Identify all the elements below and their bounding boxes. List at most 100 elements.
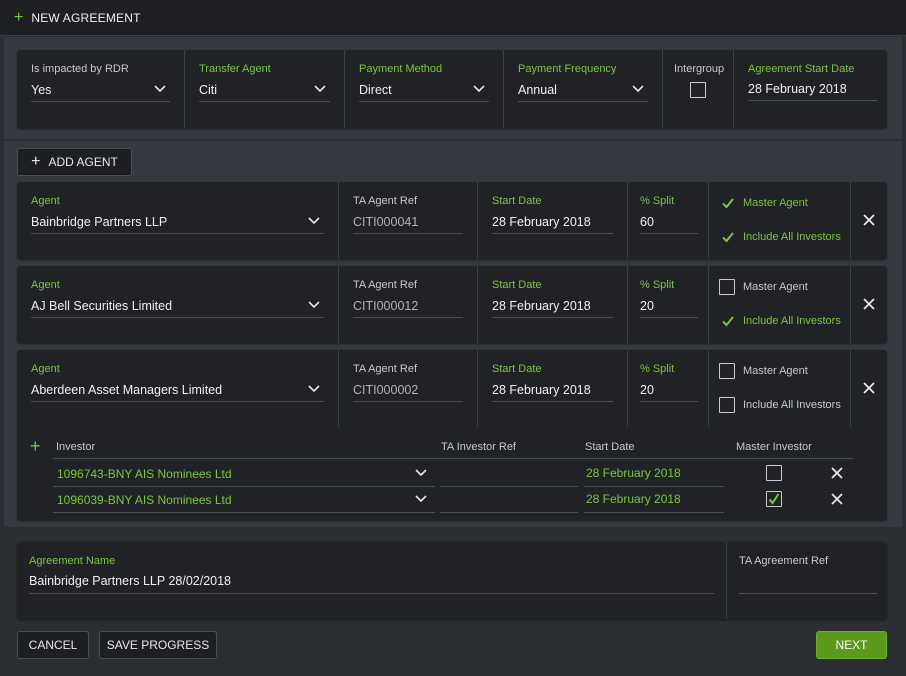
split-value: 20 [640, 383, 654, 397]
agent-flags: Master Agent Include All Investors [709, 266, 851, 343]
remove-agent-cell [851, 350, 887, 427]
intergroup-checkbox[interactable] [690, 82, 706, 98]
agent-flags: Master Agent Include All Investors [709, 182, 851, 259]
agent-start-date-value: 28 February 2018 [492, 215, 591, 229]
close-icon[interactable] [830, 466, 844, 480]
payment-method-select[interactable]: Payment Method Direct [345, 50, 504, 128]
ta-agreement-ref-label: TA Agreement Ref [739, 555, 829, 567]
investor-header: Investor [56, 441, 96, 453]
transfer-agent-value: Citi [199, 83, 218, 97]
chevron-down-icon [308, 216, 320, 226]
agent-value: AJ Bell Securities Limited [31, 299, 173, 313]
chevron-down-icon [308, 300, 320, 310]
ta-agent-ref-field[interactable]: TA Agent Ref CITI000012 [339, 266, 478, 343]
split-field[interactable]: % Split 20 [628, 266, 709, 343]
agent-select[interactable]: Agent AJ Bell Securities Limited [17, 266, 339, 343]
save-progress-button[interactable]: SAVE PROGRESS [99, 631, 217, 659]
ta-investor-ref-input[interactable] [440, 488, 578, 513]
agreement-panel: Agreement Name Bainbridge Partners LLP 2… [17, 542, 887, 619]
investor-select[interactable]: 1096743-BNY AIS Nominees Ltd [53, 462, 435, 487]
close-icon[interactable] [862, 213, 876, 227]
agreement-name-value: Bainbridge Partners LLP 28/02/2018 [29, 574, 232, 588]
close-icon[interactable] [830, 492, 844, 506]
investor-start-date-field[interactable]: 28 February 2018 [584, 462, 724, 487]
include-all-check-icon[interactable] [721, 314, 735, 328]
agent-select[interactable]: Agent Bainbridge Partners LLP [17, 182, 339, 259]
master-agent-label: Master Agent [743, 365, 808, 377]
dialog-title: NEW AGREEMENT [31, 10, 141, 25]
agreement-start-date-value: 28 February 2018 [748, 82, 847, 96]
intergroup-label: Intergroup [674, 63, 725, 75]
ta-investor-ref-input[interactable] [440, 462, 578, 487]
agent-row-expanded: Agent Aberdeen Asset Managers Limited TA… [17, 350, 887, 520]
split-field[interactable]: % Split 20 [628, 350, 709, 427]
agreement-name-label: Agreement Name [29, 555, 116, 567]
transfer-agent-select[interactable]: Transfer Agent Citi [185, 50, 345, 128]
agent-start-date-value: 28 February 2018 [492, 383, 591, 397]
master-investor-check-icon [767, 492, 781, 506]
add-agent-button[interactable]: + ADD AGENT [17, 148, 132, 176]
close-icon[interactable] [862, 381, 876, 395]
agent-start-date-value: 28 February 2018 [492, 299, 591, 313]
include-all-label: Include All Investors [743, 399, 841, 411]
dialog-header: + NEW AGREEMENT [0, 0, 906, 36]
agent-start-date-field[interactable]: Start Date 28 February 2018 [478, 266, 628, 343]
master-investor-checkbox[interactable] [766, 465, 782, 481]
master-agent-checkbox[interactable] [719, 279, 735, 295]
split-value: 20 [640, 299, 654, 313]
master-investor-header: Master Investor [736, 441, 812, 453]
ta-investor-ref-header: TA Investor Ref [441, 441, 516, 453]
payment-frequency-label: Payment Frequency [518, 63, 617, 75]
intergroup-cell: Intergroup [663, 50, 734, 128]
add-investor-icon[interactable]: + [30, 437, 41, 455]
plus-icon: + [14, 8, 24, 26]
payment-frequency-value: Annual [518, 83, 557, 97]
agent-start-date-field[interactable]: Start Date 28 February 2018 [478, 182, 628, 259]
rdr-select[interactable]: Is impacted by RDR Yes [17, 50, 185, 128]
ta-agent-ref-value: CITI000012 [353, 299, 419, 313]
ta-agent-ref-value: CITI000002 [353, 383, 419, 397]
include-all-checkbox[interactable] [719, 397, 735, 413]
master-agent-checkbox[interactable] [719, 363, 735, 379]
settings-panel: Is impacted by RDR Yes Transfer Agent Ci… [17, 50, 887, 128]
agreement-start-date-field[interactable]: Agreement Start Date 28 February 2018 [734, 50, 887, 128]
cancel-button[interactable]: CANCEL [17, 631, 89, 659]
ta-agent-ref-value: CITI000041 [353, 215, 419, 229]
chevron-down-icon [632, 84, 644, 94]
investor-start-date-header: Start Date [585, 441, 635, 453]
investor-start-date-field[interactable]: 28 February 2018 [584, 488, 724, 513]
chevron-down-icon [154, 84, 166, 94]
agent-select[interactable]: Agent Aberdeen Asset Managers Limited [17, 350, 339, 427]
master-agent-label: Master Agent [743, 197, 808, 209]
agent-flags: Master Agent Include All Investors [709, 350, 851, 427]
agent-row: Agent Bainbridge Partners LLP TA Agent R… [17, 182, 887, 259]
payment-frequency-select[interactable]: Payment Frequency Annual [504, 50, 663, 128]
agreement-name-field[interactable]: Agreement Name Bainbridge Partners LLP 2… [17, 542, 727, 619]
master-agent-label: Master Agent [743, 281, 808, 293]
master-agent-check-icon[interactable] [721, 196, 735, 210]
rdr-value: Yes [31, 83, 52, 97]
rdr-label: Is impacted by RDR [31, 63, 129, 75]
chevron-down-icon [415, 494, 427, 504]
agent-start-date-field[interactable]: Start Date 28 February 2018 [478, 350, 628, 427]
split-field[interactable]: % Split 60 [628, 182, 709, 259]
chevron-down-icon [314, 84, 326, 94]
investor-select[interactable]: 1096039-BNY AIS Nominees Ltd [53, 488, 435, 513]
payment-method-label: Payment Method [359, 63, 443, 75]
agent-row: Agent AJ Bell Securities Limited TA Agen… [17, 266, 887, 343]
plus-icon: + [31, 153, 41, 170]
split-value: 60 [640, 215, 654, 229]
chevron-down-icon [308, 384, 320, 394]
ta-agent-ref-field[interactable]: TA Agent Ref CITI000002 [339, 350, 478, 427]
transfer-agent-label: Transfer Agent [199, 63, 271, 75]
close-icon[interactable] [862, 297, 876, 311]
include-all-label: Include All Investors [743, 231, 841, 243]
remove-agent-cell [851, 182, 887, 259]
ta-agreement-ref-field[interactable]: TA Agreement Ref [727, 542, 887, 619]
include-all-label: Include All Investors [743, 315, 841, 327]
ta-agent-ref-field[interactable]: TA Agent Ref CITI000041 [339, 182, 478, 259]
next-button[interactable]: NEXT [816, 631, 887, 659]
chevron-down-icon [415, 468, 427, 478]
agent-value: Aberdeen Asset Managers Limited [31, 383, 223, 397]
include-all-check-icon[interactable] [721, 230, 735, 244]
